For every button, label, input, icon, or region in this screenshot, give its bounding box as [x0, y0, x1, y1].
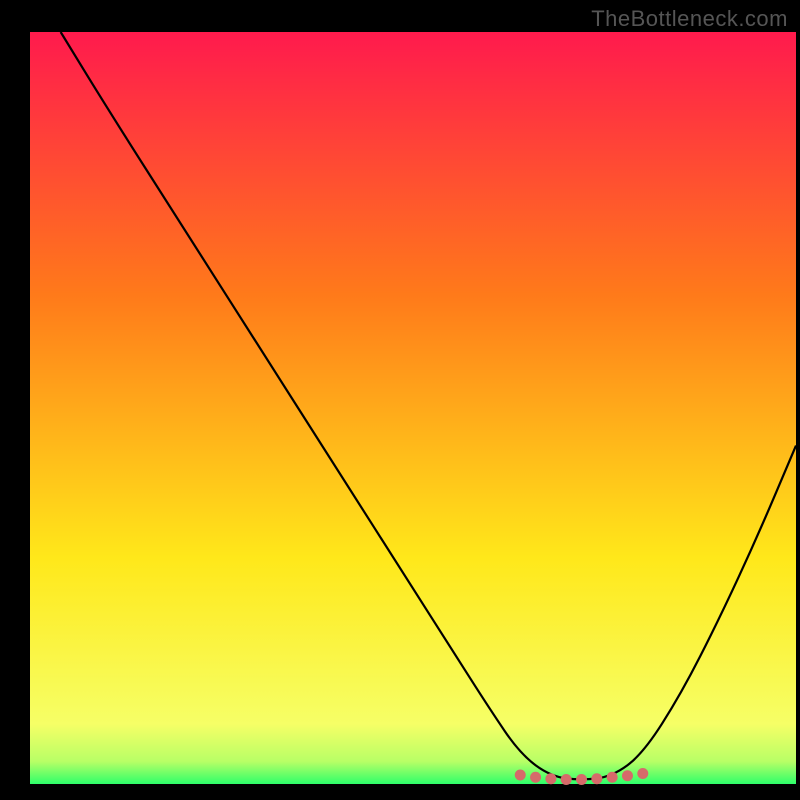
- bottleneck-chart: [0, 0, 800, 800]
- optimal-marker: [576, 774, 587, 785]
- plot-background: [30, 32, 796, 784]
- optimal-marker: [622, 770, 633, 781]
- optimal-marker: [530, 772, 541, 783]
- optimal-marker: [591, 773, 602, 784]
- optimal-marker: [545, 773, 556, 784]
- optimal-marker: [561, 774, 572, 785]
- watermark-text: TheBottleneck.com: [591, 6, 788, 32]
- optimal-marker: [607, 772, 618, 783]
- optimal-marker: [515, 769, 526, 780]
- optimal-marker: [637, 768, 648, 779]
- chart-frame: TheBottleneck.com: [0, 0, 800, 800]
